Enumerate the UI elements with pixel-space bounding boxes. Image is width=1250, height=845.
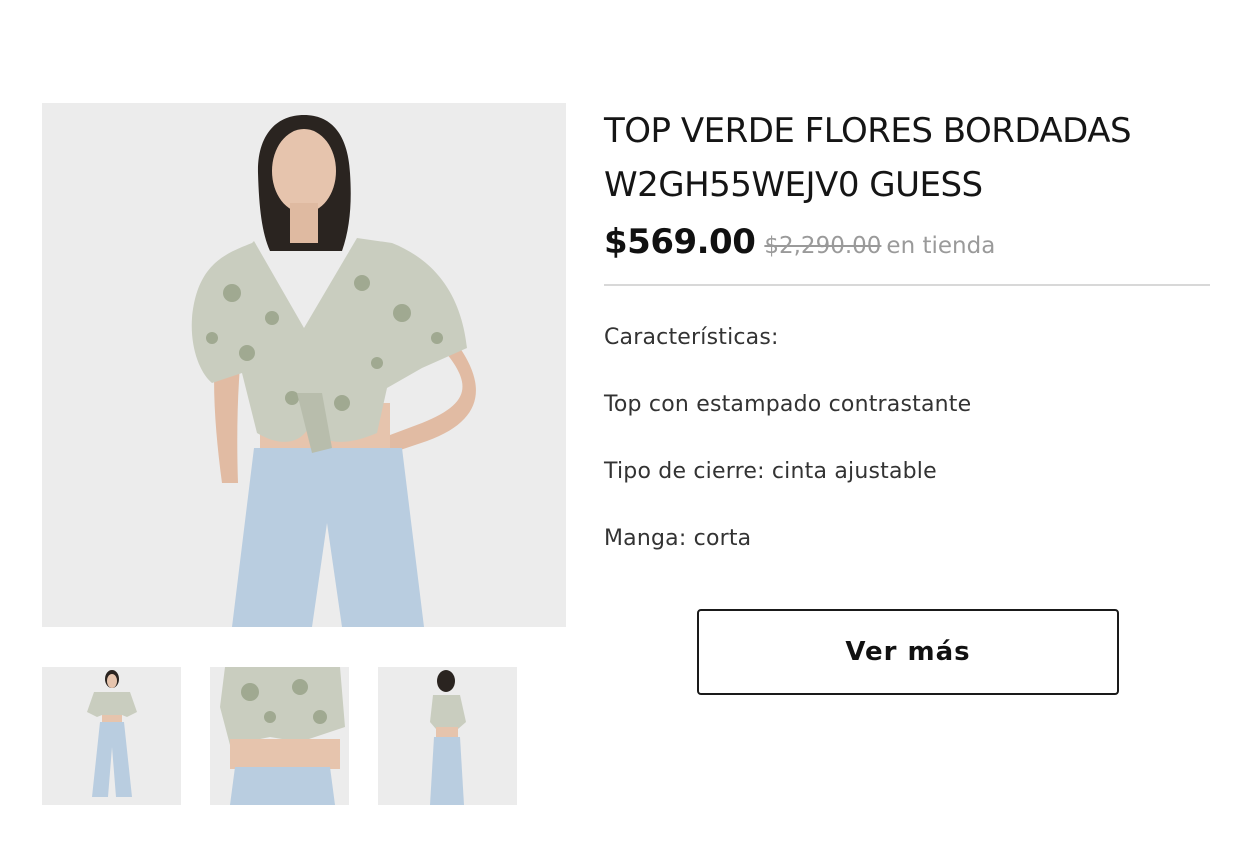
model-photo xyxy=(42,103,566,627)
feature-item: Manga: corta xyxy=(604,526,752,551)
thumbnail-strip xyxy=(42,667,517,805)
thumbnail-detail[interactable] xyxy=(210,667,349,805)
product-title-line2: W2GH55WEJV0 GUESS xyxy=(604,165,983,205)
thumbnail-front[interactable] xyxy=(42,667,181,805)
original-price: $2,290.00 xyxy=(764,233,882,259)
product-features: Características: Top con estampado contr… xyxy=(604,324,1210,553)
thumbnail-front-photo xyxy=(42,667,181,805)
thumbnail-back[interactable] xyxy=(378,667,517,805)
product-info: TOP VERDE FLORES BORDADAS W2GH55WEJV0 GU… xyxy=(604,104,1210,553)
product-title-line1: TOP VERDE FLORES BORDADAS xyxy=(604,111,1132,151)
feature-item: Top con estampado contrastante xyxy=(604,392,972,417)
store-note: en tienda xyxy=(886,233,996,259)
price-row: $569.00 $2,290.00 en tienda xyxy=(604,222,1210,262)
divider xyxy=(604,284,1210,286)
thumbnail-back-photo xyxy=(378,667,517,805)
product-page: TOP VERDE FLORES BORDADAS W2GH55WEJV0 GU… xyxy=(0,0,1250,845)
sale-price: $569.00 xyxy=(604,222,756,262)
main-product-image[interactable] xyxy=(42,103,566,627)
product-title: TOP VERDE FLORES BORDADAS W2GH55WEJV0 GU… xyxy=(604,104,1210,212)
feature-item: Tipo de cierre: cinta ajustable xyxy=(604,459,937,484)
features-heading: Características: xyxy=(604,325,779,350)
thumbnail-detail-photo xyxy=(210,667,349,805)
see-more-button[interactable]: Ver más xyxy=(697,609,1119,695)
